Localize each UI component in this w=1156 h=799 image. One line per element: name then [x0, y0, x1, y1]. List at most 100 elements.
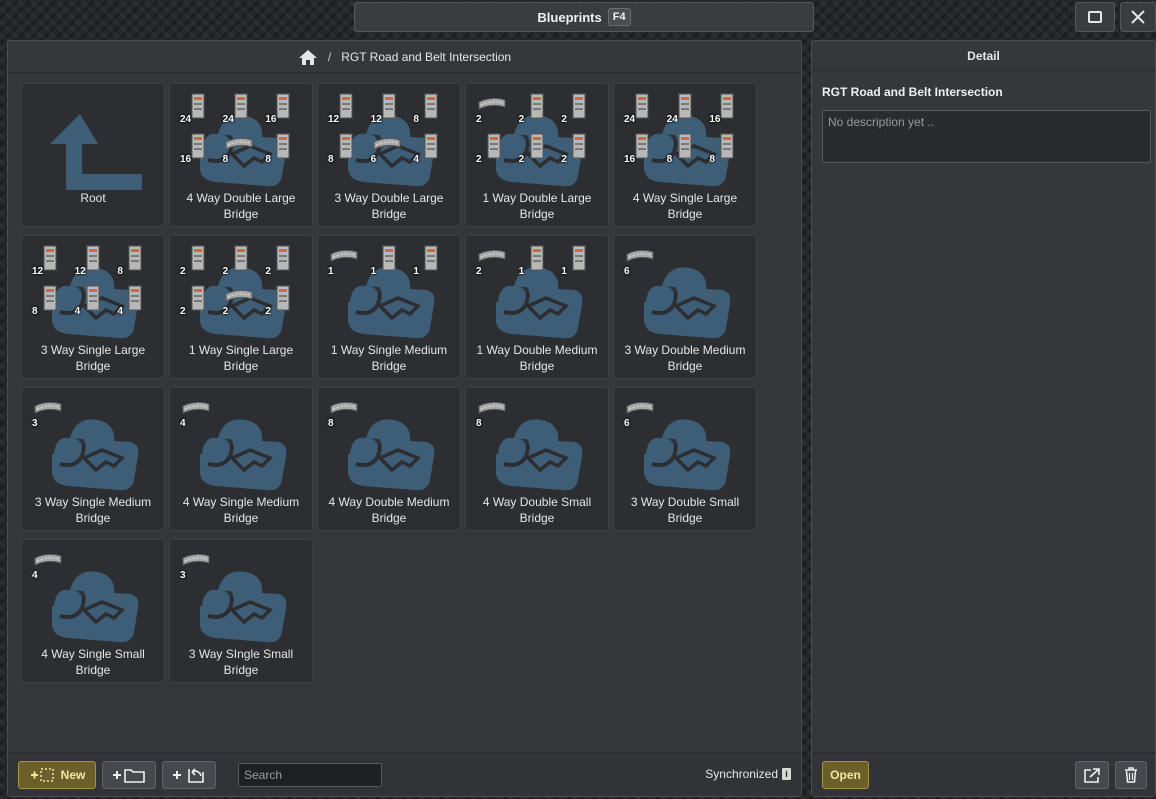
search-input[interactable] — [238, 763, 382, 787]
bridge-pillar-icon — [339, 133, 353, 159]
component-count-number: 16 — [265, 114, 277, 125]
component-count-number: 2 — [476, 266, 482, 277]
road-segment-icon — [182, 401, 210, 414]
bridge-pillar-icon — [191, 245, 205, 271]
blueprint-tile[interactable]: 2 2 2 2 2 2 1 Way Single Large Bridge — [169, 235, 313, 379]
component-count: 1 — [411, 242, 454, 282]
road-segment-icon — [225, 137, 253, 150]
open-button[interactable]: Open — [822, 761, 869, 789]
import-button[interactable] — [162, 761, 216, 789]
delete-button[interactable] — [1115, 761, 1147, 789]
new-button[interactable]: New — [18, 761, 96, 789]
component-count-number: 4 — [117, 306, 123, 317]
component-count-number: 2 — [265, 266, 271, 277]
component-count: 4 — [30, 546, 73, 586]
export-button[interactable] — [1075, 761, 1109, 789]
maximize-icon — [1088, 11, 1102, 23]
road-segment-icon — [373, 137, 401, 150]
blueprint-tile[interactable]: 4 4 Way Single Medium Bridge — [169, 387, 313, 531]
road-segment-icon — [34, 553, 62, 566]
component-counts: 4 — [178, 394, 306, 474]
blueprint-tile[interactable]: 6 3 Way Double Small Bridge — [613, 387, 757, 531]
maximize-button[interactable] — [1075, 2, 1115, 32]
component-count: 12 — [326, 90, 369, 130]
bridge-pillar-icon — [43, 245, 57, 271]
component-count: 8 — [707, 130, 750, 170]
component-counts: 8 — [326, 394, 454, 474]
blueprint-tile[interactable]: 12 12 8 8 6 4 3 Way Double Large Bridge — [317, 83, 461, 227]
info-icon[interactable]: i — [782, 768, 791, 780]
blueprint-tile[interactable]: 24 24 16 16 8 8 4 Way Double Large Bridge — [169, 83, 313, 227]
blueprint-tile[interactable]: 12 12 8 8 4 4 3 Way Single Large Bridge — [21, 235, 165, 379]
component-count-number: 8 — [666, 154, 673, 165]
component-count: 4 — [411, 130, 454, 170]
export-icon — [1084, 768, 1100, 783]
blueprint-tile[interactable]: 8 4 Way Double Small Bridge — [465, 387, 609, 531]
component-count-number: 12 — [74, 266, 86, 277]
breadcrumb-separator: / — [327, 49, 332, 64]
close-button[interactable] — [1120, 2, 1156, 32]
new-folder-button[interactable] — [102, 761, 156, 789]
blueprint-tile[interactable]: 3 3 Way SIngle Small Bridge — [169, 539, 313, 683]
component-count: 4 — [73, 282, 116, 322]
component-count-number: 2 — [518, 154, 525, 165]
component-count: 12 — [30, 242, 73, 282]
bridge-pillar-icon — [635, 93, 649, 119]
component-count-number: 8 — [413, 114, 419, 125]
component-count: 24 — [622, 90, 665, 130]
component-count-number: 2 — [222, 266, 229, 277]
component-count: 24 — [178, 90, 221, 130]
blueprint-tile[interactable]: 1 1 1 1 Way Single Medium Bridge — [317, 235, 461, 379]
component-count-number: 8 — [117, 266, 123, 277]
bridge-pillar-icon — [43, 285, 57, 311]
component-count: 2 — [263, 242, 306, 282]
bridge-pillar-icon — [635, 133, 649, 159]
component-count: 2 — [221, 242, 264, 282]
description-field[interactable]: No description yet .. — [822, 110, 1151, 163]
window-title: Blueprints — [537, 9, 602, 25]
component-count: 8 — [30, 282, 73, 322]
blueprint-tile[interactable]: 6 3 Way Double Medium Bridge — [613, 235, 757, 379]
blueprint-tile[interactable]: 2 2 2 2 2 2 1 Way Double Large Bridge — [465, 83, 609, 227]
component-count: 4 — [178, 394, 221, 434]
tile-label: 3 Way Double Large Bridge — [334, 191, 444, 221]
component-count: 6 — [369, 130, 412, 170]
component-count: 2 — [221, 282, 264, 322]
component-counts: 6 — [622, 394, 750, 474]
bridge-pillar-icon — [424, 93, 438, 119]
detail-panel: Detail RGT Road and Belt Intersection No… — [811, 40, 1156, 797]
road-segment-icon — [182, 553, 210, 566]
window-titlebar: Blueprints F4 — [354, 2, 814, 32]
component-count-number: 2 — [476, 114, 482, 125]
blueprint-tile[interactable]: 2 1 1 1 Way Double Medium Bridge — [465, 235, 609, 379]
blueprint-tile[interactable]: 4 4 Way Single Small Bridge — [21, 539, 165, 683]
bridge-pillar-icon — [128, 245, 142, 271]
component-count-number: 2 — [180, 306, 186, 317]
bridge-pillar-icon — [572, 245, 586, 271]
home-icon[interactable] — [298, 48, 318, 66]
component-counts: 1 1 1 — [326, 242, 454, 322]
blueprint-tile[interactable]: 8 4 Way Double Medium Bridge — [317, 387, 461, 531]
component-count: 12 — [73, 242, 116, 282]
component-counts: 2 1 1 — [474, 242, 602, 322]
component-count-number: 8 — [222, 154, 229, 165]
component-count-number: 8 — [476, 418, 482, 429]
component-count: 2 — [474, 90, 517, 130]
tile-label: 3 Way Double Medium Bridge — [624, 343, 746, 373]
root-folder-tile[interactable]: Root — [21, 83, 165, 227]
component-count-number: 24 — [222, 114, 234, 125]
add-import-icon — [173, 768, 204, 783]
component-count-number: 8 — [32, 306, 38, 317]
component-count: 3 — [30, 394, 73, 434]
component-count: 6 — [622, 242, 665, 282]
component-count: 2 — [474, 242, 517, 282]
blueprint-tile[interactable]: 24 24 16 16 8 8 4 Way Single Large Bridge — [613, 83, 757, 227]
component-count: 8 — [115, 242, 158, 282]
blueprint-tile[interactable]: 3 3 Way Single Medium Bridge — [21, 387, 165, 531]
component-count-number: 12 — [370, 114, 382, 125]
breadcrumb: / RGT Road and Belt Intersection — [8, 41, 801, 73]
tile-label: 4 Way Single Medium Bridge — [182, 495, 300, 525]
tile-label: 4 Way Double Medium Bridge — [328, 495, 450, 525]
bridge-pillar-icon — [234, 245, 248, 271]
component-count-number: 16 — [180, 154, 192, 165]
